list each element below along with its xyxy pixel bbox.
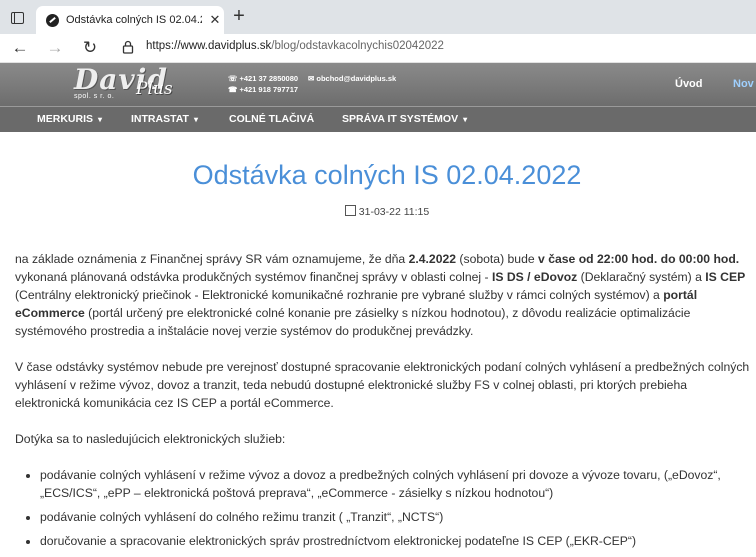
phone-contact-2: ☎ +421 918 797717 xyxy=(228,85,298,94)
list-item: podávanie colných vyhlásení v režime výv… xyxy=(40,466,753,502)
reload-icon[interactable]: ↻ xyxy=(79,37,101,59)
system-bold: IS DS / eDovoz xyxy=(491,270,578,284)
chevron-down-icon: ▾ xyxy=(463,115,468,124)
chevron-down-icon: ▾ xyxy=(98,115,103,124)
email-contact[interactable]: ✉ obchod@davidplus.sk xyxy=(308,74,396,83)
services-list: podávanie colných vyhlásení v režime výv… xyxy=(15,466,753,550)
menu-label: MERKURIS xyxy=(37,113,94,125)
phone-number-2: +421 918 797717 xyxy=(239,85,299,94)
logo-plus-text: Plus xyxy=(136,79,173,99)
url-domain: https://www.davidplus.sk xyxy=(146,40,272,52)
calendar-icon xyxy=(344,205,356,216)
browser-tab[interactable]: Odstávka colných IS 02.04.2022 | ✕ xyxy=(36,6,224,34)
paragraph-3: Dotýka sa to nasledujúcich elektronickýc… xyxy=(15,432,286,446)
site-favicon-icon xyxy=(46,13,59,27)
nav-link-news[interactable]: Nov xyxy=(733,78,754,90)
text: (portál určený pre elektronické colné ko… xyxy=(15,306,691,338)
system-bold: IS CEP xyxy=(705,270,746,284)
menu-item-merkuris[interactable]: MERKURIS ▾ xyxy=(37,113,102,125)
text: (Centrálny elektronický priečinok - Elek… xyxy=(15,288,664,302)
list-item: doručovanie a spracovanie elektronických… xyxy=(40,532,753,550)
phone-number-1: +421 37 2850080 xyxy=(239,74,299,83)
article-body: na základe oznámenia z Finančnej správy … xyxy=(15,250,753,556)
forward-arrow-icon[interactable]: → xyxy=(44,37,66,59)
lock-icon[interactable] xyxy=(122,39,134,55)
list-item: podávanie colných vyhlásení do colného r… xyxy=(40,508,753,526)
mobile-icon: ☎ xyxy=(228,85,240,94)
menu-item-intrastat[interactable]: INTRASTAT ▾ xyxy=(131,113,198,125)
phone-icon: ☏ xyxy=(228,74,240,83)
paragraph-2: V čase odstávky systémov nebude pre vere… xyxy=(15,360,750,410)
tab-actions-icon[interactable] xyxy=(6,8,28,28)
address-bar[interactable]: https://www.davidplus.sk/blog/odstavkaco… xyxy=(146,40,444,52)
nav-link-home[interactable]: Úvod xyxy=(675,78,703,90)
logo-subtitle: spol. s r. o. xyxy=(74,93,115,100)
browser-tab-strip: Odstávka colných IS 02.04.2022 | ✕ + xyxy=(0,0,756,34)
paragraph-1: na základe oznámenia z Finančnej správy … xyxy=(15,250,753,340)
menu-item-sprava-it[interactable]: SPRÁVA IT SYSTÉMOV ▾ xyxy=(342,113,467,125)
phone-contact-1: ☏ +421 37 2850080 xyxy=(228,74,298,83)
menu-item-colne-tlaciva[interactable]: COLNÉ TLAČIVÁ xyxy=(229,113,314,125)
text: vykonaná plánovaná odstávka produkčných … xyxy=(15,270,492,284)
site-header: David Plus spol. s r. o. ☏ +421 37 28500… xyxy=(0,63,756,106)
main-menu: MERKURIS ▾ INTRASTAT ▾ COLNÉ TLAČIVÁ SPRÁV… xyxy=(0,106,756,132)
tab-title: Odstávka colných IS 02.04.2022 | xyxy=(66,14,202,26)
new-tab-button[interactable]: + xyxy=(228,6,250,28)
menu-label: SPRÁVA IT SYSTÉMOV xyxy=(342,113,459,125)
time-bold: v čase od 22:00 hod. do 00:00 hod. xyxy=(538,252,740,266)
back-arrow-icon[interactable]: ← xyxy=(9,37,31,59)
url-path: /blog/odstavkacolnychis02042022 xyxy=(271,40,444,52)
menu-label: INTRASTAT xyxy=(131,113,189,125)
text: (sobota) bude xyxy=(456,252,539,266)
article-date-text: 31-03-22 11:15 xyxy=(358,206,430,218)
menu-label: COLNÉ TLAČIVÁ xyxy=(229,113,315,125)
browser-toolbar: ← → ↻ https://www.davidplus.sk/blog/odst… xyxy=(0,34,756,63)
text: (Deklaračný systém) a xyxy=(577,270,706,284)
chevron-down-icon: ▾ xyxy=(193,115,198,124)
date-bold: 2.4.2022 xyxy=(408,252,457,266)
tab-close-icon[interactable]: ✕ xyxy=(208,12,222,28)
text: na základe oznámenia z Finančnej správy … xyxy=(15,252,409,266)
article-title: Odstávka colných IS 02.04.2022 xyxy=(192,160,582,190)
article-date: 31-03-22 11:15 xyxy=(0,205,756,218)
email-address: obchod@davidplus.sk xyxy=(316,74,397,83)
site-logo[interactable]: David Plus spol. s r. o. xyxy=(74,65,173,101)
